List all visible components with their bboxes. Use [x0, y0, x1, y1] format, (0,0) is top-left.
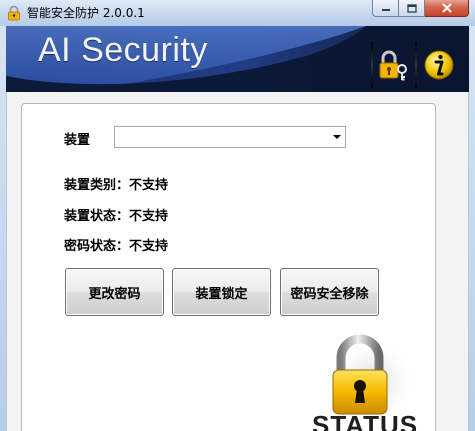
maximize-icon [406, 3, 417, 13]
maximize-button[interactable] [399, 0, 425, 17]
window-title: 智能安全防护 2.0.0.1 [27, 6, 145, 20]
device-lock-button[interactable]: 装置锁定 [172, 268, 271, 316]
banner-title: AI Security [38, 31, 208, 69]
remove-password-button[interactable]: 密码安全移除 [280, 268, 379, 316]
change-password-button[interactable]: 更改密码 [65, 268, 164, 316]
status-text: STATUS [312, 410, 419, 431]
status-graphic: STATUS [306, 334, 418, 431]
chevron-down-icon [333, 135, 341, 139]
info-button[interactable] [422, 46, 458, 84]
close-button[interactable] [425, 0, 469, 17]
info-icon [424, 50, 454, 80]
minimize-button[interactable] [372, 0, 399, 17]
header-banner: AI Security [6, 26, 469, 92]
device-select[interactable] [114, 126, 346, 148]
banner-divider [415, 42, 417, 88]
banner-divider [371, 42, 373, 88]
app-window: 智能安全防护 2.0.0.1 AI Security 装置 装置类别：不支持 装… [0, 0, 475, 431]
close-icon [441, 3, 452, 13]
device-category-text: 装置类别：不支持 [64, 178, 169, 193]
lock-settings-button[interactable] [375, 46, 411, 84]
device-state-text: 装置状态：不支持 [64, 209, 169, 224]
window-controls [372, 0, 469, 18]
minimize-icon [381, 9, 390, 11]
title-bar[interactable]: 智能安全防护 2.0.0.1 [0, 0, 475, 26]
padlock-key-icon [379, 50, 407, 81]
device-label: 装置 [64, 133, 91, 148]
password-state-text: 密码状态：不支持 [64, 239, 169, 254]
app-padlock-icon [8, 5, 20, 21]
